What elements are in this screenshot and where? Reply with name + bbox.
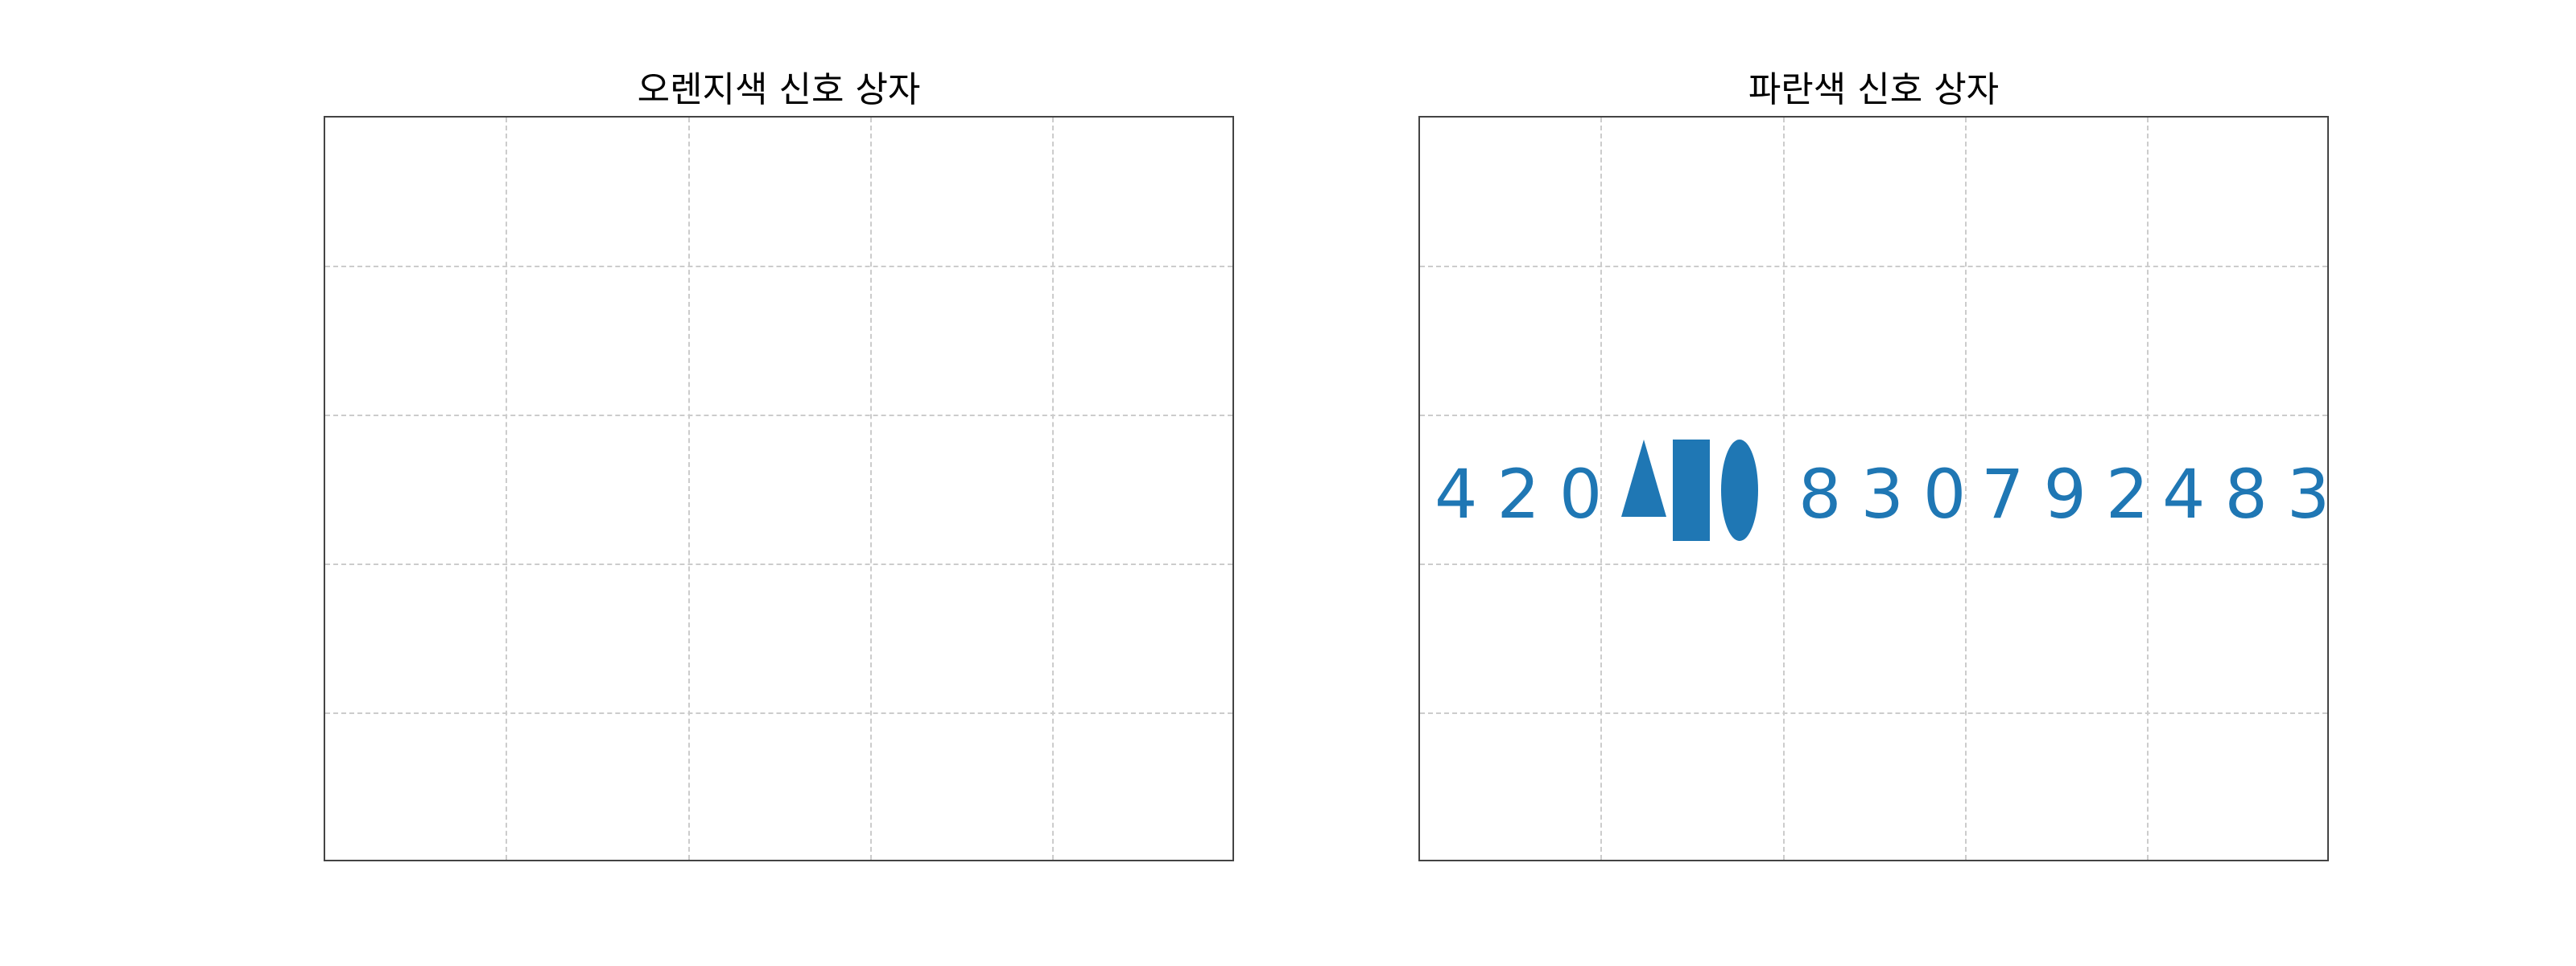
blue-panel-title: 파란색 신호 상자 [1748,69,2000,110]
blue-signal-panel: 파란색 신호 상자 420 830 792 483 [1418,0,2329,869]
grid-line [325,564,1232,565]
triangle-icon [1621,440,1666,517]
grid-line [1420,564,2327,565]
grid-line [1783,118,1785,860]
grid-line [325,415,1232,416]
orange-panel-title: 오렌지색 신호 상자 [637,69,921,110]
blue-signal-box: 420 830 792 483 [1418,116,2329,861]
grid-line [325,712,1232,714]
grid-line [1420,712,2327,714]
ellipse-icon [1721,440,1758,541]
grid-line [870,118,872,860]
grid-line [325,266,1232,267]
orange-signal-panel: 오렌지색 신호 상자 [324,0,1234,869]
signal-number: 420 [1435,455,1622,534]
grid-line [1420,266,2327,267]
grid-line [1420,415,2327,416]
signal-number: 483 [2162,455,2327,534]
grid-line [506,118,507,860]
signal-number: 830 [1798,455,1986,534]
grid-line [688,118,690,860]
orange-signal-box [324,116,1234,861]
rectangle-icon [1673,440,1710,541]
signal-number: 792 [1981,455,2169,534]
grid-line [1052,118,1054,860]
